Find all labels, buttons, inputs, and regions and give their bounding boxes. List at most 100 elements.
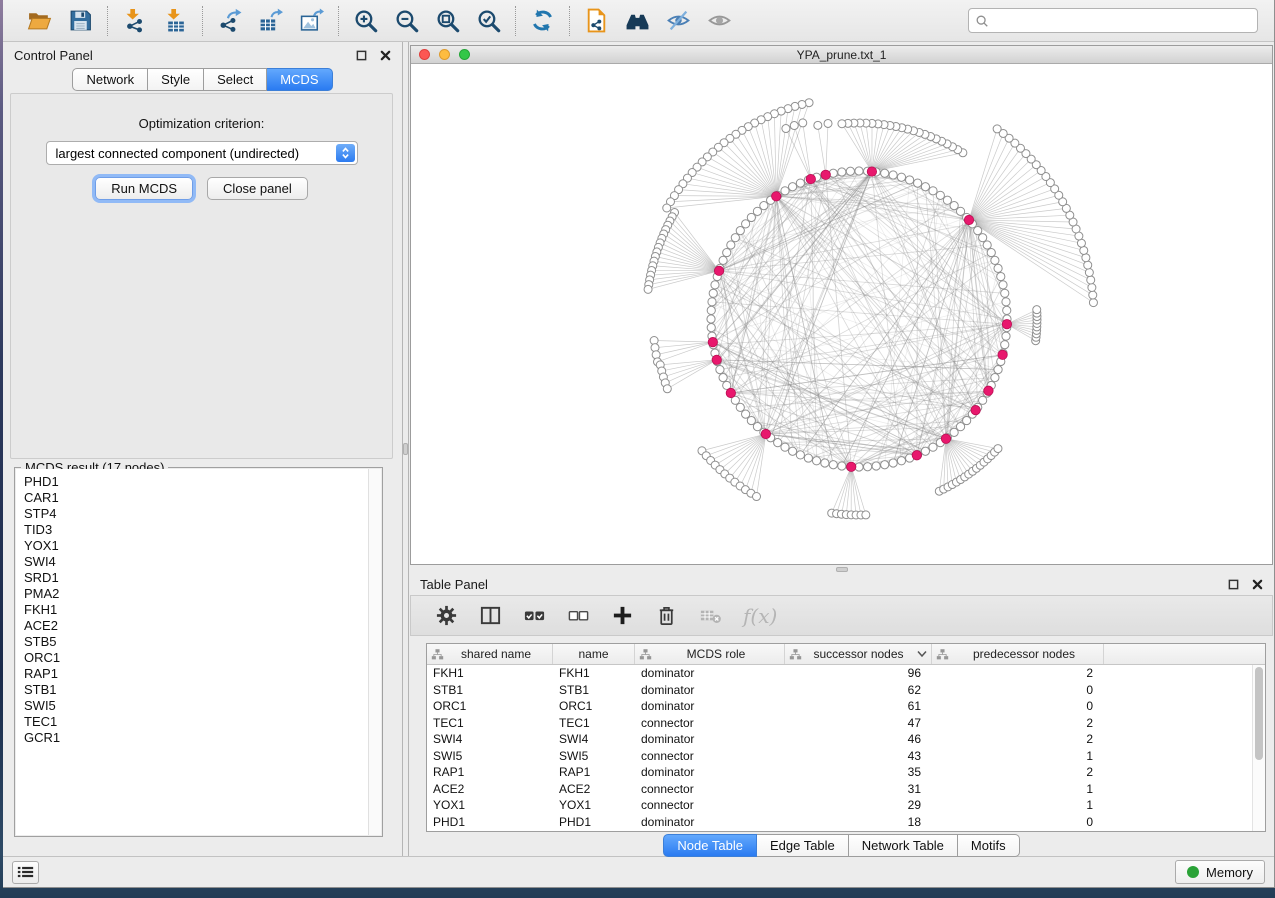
criterion-dropdown[interactable]: largest connected component (undirected) [46,141,358,165]
cell-MCDS-role[interactable]: dominator [635,731,785,748]
close-panel-button[interactable]: Close panel [207,177,308,200]
toggle-panel-layout-icon[interactable] [477,602,504,629]
cell-successor-nodes[interactable]: 96 [785,665,932,682]
mcds-result-item[interactable]: STB5 [24,634,368,650]
mcds-result-item[interactable]: STB1 [24,682,368,698]
window-close-button[interactable] [419,49,430,60]
first-neighbors-icon[interactable] [624,7,651,34]
vertical-splitter-grip[interactable] [403,443,408,455]
column-header-name[interactable]: name [553,644,635,664]
add-column-icon[interactable] [609,602,636,629]
cell-predecessor-nodes[interactable]: 1 [932,797,1104,814]
open-session-icon[interactable] [26,7,53,34]
export-table-icon[interactable] [257,7,284,34]
cell-name[interactable]: SWI5 [553,748,635,765]
table-row[interactable]: TEC1TEC1connector472 [427,715,1252,732]
mcds-result-item[interactable]: TEC1 [24,714,368,730]
mcds-result-item[interactable]: PMA2 [24,586,368,602]
cell-shared-name[interactable]: YOX1 [427,797,553,814]
cell-predecessor-nodes[interactable]: 2 [932,715,1104,732]
float-table-panel-icon[interactable] [1228,579,1239,590]
delete-column-icon[interactable] [653,602,680,629]
mcds-result-item[interactable]: STP4 [24,506,368,522]
cell-name[interactable]: STB1 [553,682,635,699]
tab-edge-table[interactable]: Edge Table [757,834,849,857]
select-all-rows-icon[interactable] [521,602,548,629]
cell-successor-nodes[interactable]: 62 [785,682,932,699]
zoom-out-icon[interactable] [393,7,420,34]
column-header-predecessor-nodes[interactable]: predecessor nodes [932,644,1104,664]
cell-successor-nodes[interactable]: 47 [785,715,932,732]
import-table-icon[interactable] [162,7,189,34]
mcds-result-item[interactable]: CAR1 [24,490,368,506]
zoom-selected-icon[interactable] [475,7,502,34]
cell-MCDS-role[interactable]: connector [635,715,785,732]
column-header-MCDS-role[interactable]: MCDS role [635,644,785,664]
window-zoom-button[interactable] [459,49,470,60]
save-session-icon[interactable] [67,7,94,34]
cell-name[interactable]: TEC1 [553,715,635,732]
mcds-result-item[interactable]: ACE2 [24,618,368,634]
cell-successor-nodes[interactable]: 35 [785,764,932,781]
cell-name[interactable]: FKH1 [553,665,635,682]
cell-MCDS-role[interactable]: dominator [635,764,785,781]
cell-successor-nodes[interactable]: 61 [785,698,932,715]
task-history-button[interactable] [12,861,39,884]
cell-predecessor-nodes[interactable]: 0 [932,698,1104,715]
cell-shared-name[interactable]: STB1 [427,682,553,699]
new-network-from-selection-icon[interactable] [583,7,610,34]
cell-shared-name[interactable]: ACE2 [427,781,553,798]
cell-MCDS-role[interactable]: dominator [635,814,785,831]
search-box[interactable] [968,8,1258,33]
mcds-result-item[interactable]: GCR1 [24,730,368,746]
cell-name[interactable]: ACE2 [553,781,635,798]
memory-button[interactable]: Memory [1175,860,1265,884]
mcds-result-item[interactable]: TID3 [24,522,368,538]
network-graph[interactable] [411,65,1275,564]
deselect-all-rows-icon[interactable] [565,602,592,629]
cell-predecessor-nodes[interactable]: 2 [932,731,1104,748]
cell-MCDS-role[interactable]: connector [635,797,785,814]
search-input[interactable] [994,14,1251,28]
table-row[interactable]: SWI5SWI5connector431 [427,748,1252,765]
cell-name[interactable]: RAP1 [553,764,635,781]
float-panel-icon[interactable] [356,50,367,61]
export-image-icon[interactable] [298,7,325,34]
cell-MCDS-role[interactable]: connector [635,781,785,798]
network-window-titlebar[interactable]: YPA_prune.txt_1 [411,46,1272,64]
cell-name[interactable]: PHD1 [553,814,635,831]
table-row[interactable]: FKH1FKH1dominator962 [427,665,1252,682]
mcds-result-item[interactable]: ORC1 [24,650,368,666]
column-header-shared-name[interactable]: shared name [427,644,553,664]
cell-MCDS-role[interactable]: connector [635,748,785,765]
cell-predecessor-nodes[interactable]: 2 [932,665,1104,682]
mcds-result-item[interactable]: SRD1 [24,570,368,586]
hide-selected-icon[interactable] [665,7,692,34]
close-table-panel-icon[interactable] [1252,579,1263,590]
horizontal-splitter[interactable] [409,566,1274,573]
mcds-result-item[interactable]: RAP1 [24,666,368,682]
cell-predecessor-nodes[interactable]: 0 [932,682,1104,699]
cell-shared-name[interactable]: ORC1 [427,698,553,715]
mcds-result-item[interactable]: SWI4 [24,554,368,570]
cell-shared-name[interactable]: TEC1 [427,715,553,732]
column-header-successor-nodes[interactable]: successor nodes [785,644,932,664]
tab-motifs[interactable]: Motifs [958,834,1020,857]
mcds-result-scrollbar[interactable] [368,469,381,835]
table-settings-icon[interactable] [433,602,460,629]
tab-network[interactable]: Network [72,68,148,91]
table-row[interactable]: YOX1YOX1connector291 [427,797,1252,814]
mcds-result-item[interactable]: YOX1 [24,538,368,554]
cell-name[interactable]: SWI4 [553,731,635,748]
zoom-in-icon[interactable] [352,7,379,34]
cell-predecessor-nodes[interactable]: 0 [932,814,1104,831]
show-all-icon[interactable] [706,7,733,34]
table-scrollbar[interactable] [1252,665,1265,831]
tab-network-table[interactable]: Network Table [849,834,958,857]
tab-style[interactable]: Style [148,68,204,91]
mcds-result-list[interactable]: PHD1CAR1STP4TID3YOX1SWI4SRD1PMA2FKH1ACE2… [16,469,368,835]
window-minimize-button[interactable] [439,49,450,60]
tab-mcds[interactable]: MCDS [267,68,332,91]
cell-shared-name[interactable]: RAP1 [427,764,553,781]
refresh-icon[interactable] [529,7,556,34]
